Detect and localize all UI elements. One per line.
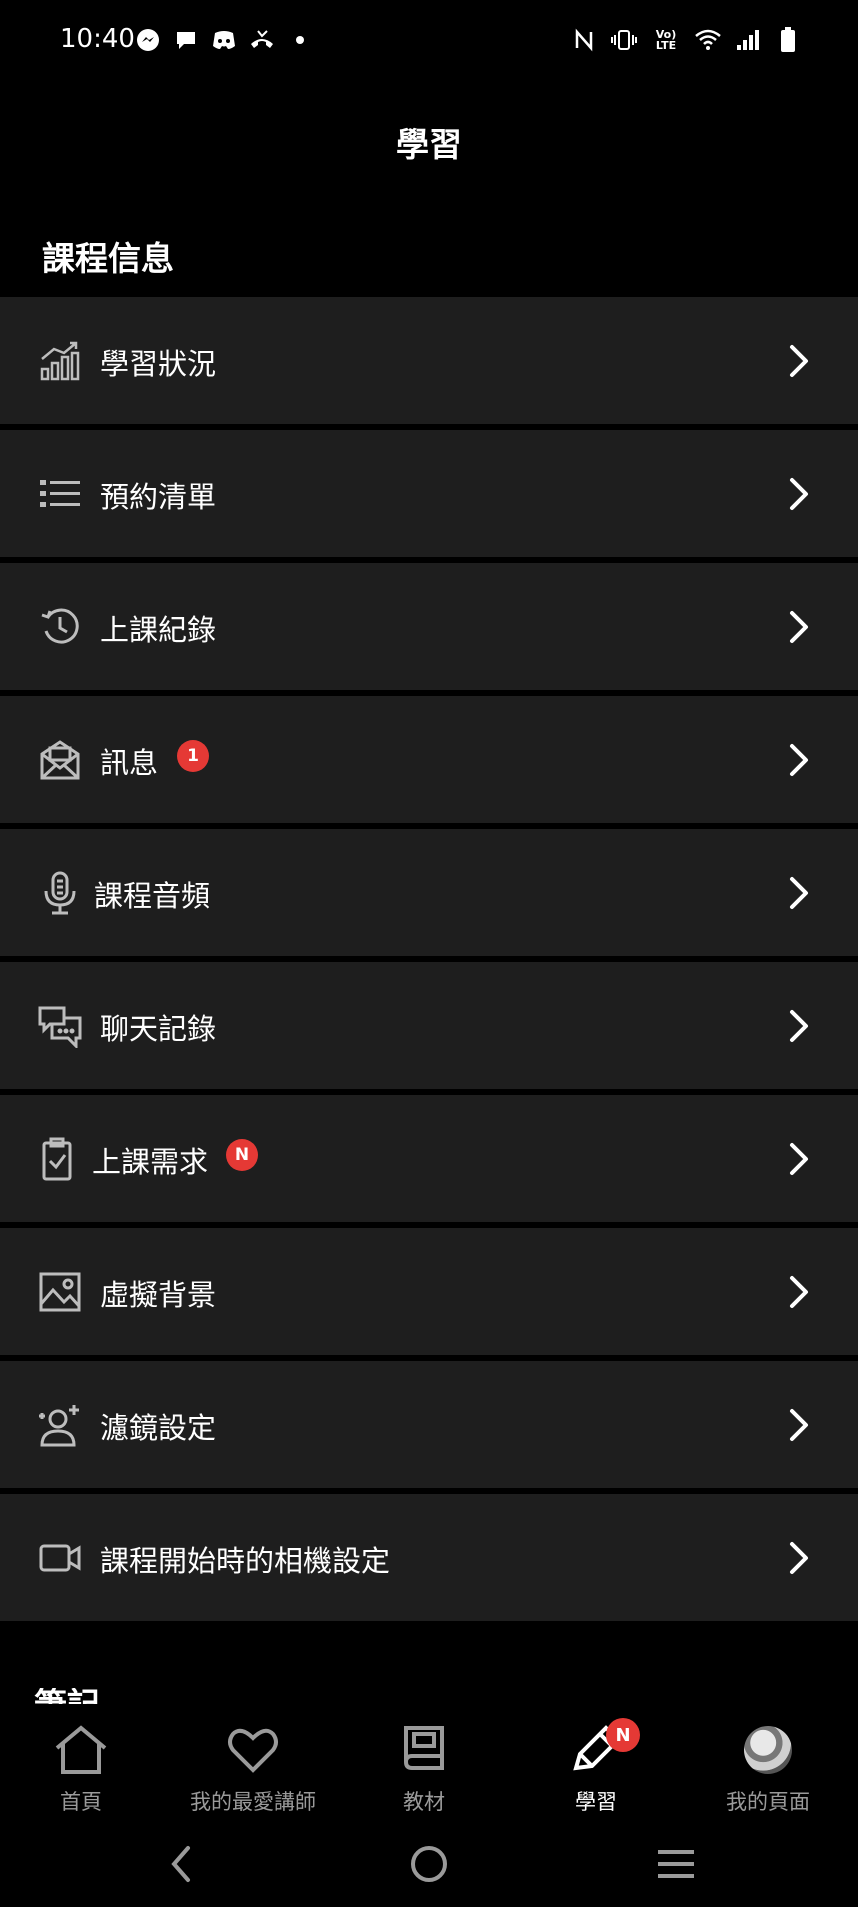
chevron-right-icon [784, 1141, 812, 1177]
menu-list: 學習狀況 預約清單 上課紀錄 訊息 1 課程音頻 聊天記錄 上課需求 N 虛擬背… [0, 297, 858, 1627]
nav-label: 我的頁面 [726, 1790, 810, 1814]
history-clock-icon [38, 605, 82, 649]
chevron-right-icon [784, 609, 812, 645]
menu-item-virtual-background[interactable]: 虛擬背景 [0, 1228, 858, 1355]
menu-item-messages[interactable]: 訊息 1 [0, 696, 858, 823]
video-camera-icon [38, 1536, 82, 1580]
book-icon [396, 1724, 452, 1776]
menu-item-label: 上課紀錄 [100, 613, 217, 647]
image-icon [38, 1270, 82, 1314]
chevron-right-icon [784, 1274, 812, 1310]
chat-bubble-icon [172, 26, 200, 54]
status-left-icons [134, 26, 314, 54]
missed-call-icon [248, 26, 276, 54]
nav-label: 學習 [575, 1790, 617, 1814]
chat-history-icon [38, 1004, 82, 1050]
envelope-icon [38, 738, 82, 782]
nav-new-badge: N [606, 1718, 640, 1752]
chevron-right-icon [784, 343, 812, 379]
heart-icon [225, 1724, 281, 1776]
list-icon [38, 472, 82, 516]
menu-item-label: 學習狀況 [100, 347, 217, 381]
chevron-right-icon [784, 875, 812, 911]
recent-apps-icon[interactable] [654, 1842, 698, 1886]
chevron-right-icon [784, 1008, 812, 1044]
volte-icon: Vo) LTE [655, 28, 677, 52]
clipboard-check-icon [38, 1137, 82, 1181]
discord-icon [210, 26, 238, 54]
nfc-icon [570, 26, 598, 54]
nav-learning[interactable]: N 學習 [510, 1704, 682, 1814]
system-nav-bar [0, 1820, 858, 1907]
nav-materials[interactable]: 教材 [338, 1704, 510, 1814]
nav-my-page[interactable]: 我的頁面 [682, 1704, 854, 1814]
menu-item-camera-settings[interactable]: 課程開始時的相機設定 [0, 1494, 858, 1621]
chevron-right-icon [784, 476, 812, 512]
signal-icon [734, 26, 762, 54]
dot-icon [286, 26, 314, 54]
nav-label: 首頁 [60, 1790, 102, 1814]
menu-item-label: 課程音頻 [94, 879, 211, 913]
battery-icon [774, 26, 802, 54]
new-badge: N [226, 1139, 258, 1171]
chevron-right-icon [784, 742, 812, 778]
menu-item-lesson-requests[interactable]: 上課需求 N [0, 1095, 858, 1222]
menu-item-label: 預約清單 [100, 480, 217, 514]
page-title: 學習 [396, 125, 462, 164]
vibrate-icon [610, 26, 638, 54]
menu-item-booking-list[interactable]: 預約清單 [0, 430, 858, 557]
nav-label: 我的最愛講師 [190, 1790, 316, 1814]
nav-label: 教材 [403, 1790, 445, 1814]
menu-item-label: 濾鏡設定 [100, 1411, 217, 1445]
home-icon [53, 1724, 109, 1776]
microphone-icon [38, 871, 82, 915]
home-circle-icon[interactable] [407, 1842, 451, 1886]
bottom-nav: 首頁 我的最愛講師 教材 N 學習 我的頁面 [0, 1704, 858, 1814]
back-icon[interactable] [160, 1842, 204, 1886]
user-sparkle-icon [38, 1403, 82, 1447]
messenger-icon [134, 26, 162, 54]
menu-item-label: 虛擬背景 [100, 1278, 217, 1312]
avatar [744, 1726, 792, 1774]
menu-item-label: 聊天記錄 [100, 1012, 217, 1046]
section-title: 課程信息 [42, 239, 174, 278]
menu-item-filter-settings[interactable]: 濾鏡設定 [0, 1361, 858, 1488]
unread-badge: 1 [177, 740, 209, 772]
menu-item-label: 上課需求 [92, 1145, 209, 1179]
wifi-icon [694, 26, 722, 54]
menu-item-chat-history[interactable]: 聊天記錄 [0, 962, 858, 1089]
status-right-icons: Vo) LTE [570, 26, 802, 54]
chevron-right-icon [784, 1540, 812, 1576]
nav-favorite-tutors[interactable]: 我的最愛講師 [167, 1704, 339, 1814]
chart-bars-icon [38, 339, 82, 383]
chevron-right-icon [784, 1407, 812, 1443]
menu-item-lesson-history[interactable]: 上課紀錄 [0, 563, 858, 690]
menu-item-lesson-audio[interactable]: 課程音頻 [0, 829, 858, 956]
menu-item-learning-status[interactable]: 學習狀況 [0, 297, 858, 424]
menu-item-label: 課程開始時的相機設定 [100, 1544, 391, 1578]
nav-home[interactable]: 首頁 [0, 1704, 167, 1814]
notes-section-title: 筆記 [34, 1688, 100, 1704]
status-bar: 10:40 Vo) LTE [0, 0, 858, 84]
menu-item-label: 訊息 [100, 746, 159, 780]
status-time: 10:40 [60, 24, 135, 54]
